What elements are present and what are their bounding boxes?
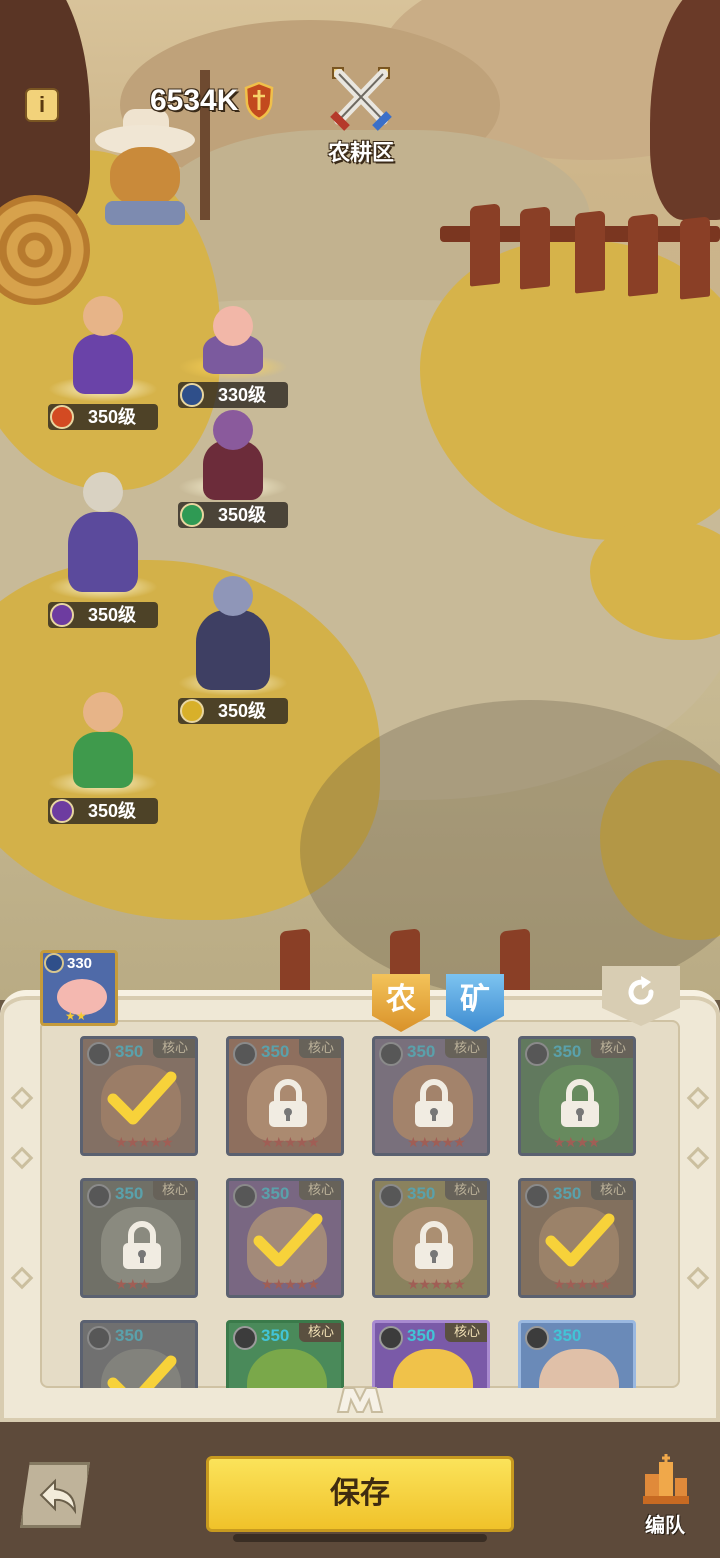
- core-badge: 核心: [445, 1039, 487, 1058]
- hero-card-4[interactable]: 350 核心 ★★★★: [518, 1036, 636, 1156]
- field-hero-4[interactable]: 350级: [48, 452, 160, 628]
- hero-card-3[interactable]: 350 核心 ★★★★★: [372, 1036, 490, 1156]
- power-value: 6534K: [150, 84, 239, 117]
- class-icon: [87, 1326, 111, 1350]
- formation-button[interactable]: 编队: [630, 1452, 700, 1538]
- back-arrow-icon: [39, 1478, 77, 1515]
- class-icon: [87, 1184, 111, 1208]
- power-shield-icon: [245, 82, 274, 120]
- hero-grid[interactable]: 350 核心 ★★★★★ 350 核心 ★★★★★ 350 核心 ★★★★★ 3…: [40, 1020, 680, 1388]
- hero-level-label: 350级: [48, 404, 158, 430]
- hero-card-7[interactable]: 350 核心 ★★★★★: [372, 1178, 490, 1298]
- back-button[interactable]: [20, 1462, 90, 1528]
- class-icon: [525, 1184, 549, 1208]
- hero-level-label: 330级: [178, 382, 288, 408]
- holy-element-icon: [180, 699, 204, 723]
- class-icon: [379, 1326, 403, 1350]
- hero-card-5[interactable]: 350 核心 ★★★: [80, 1178, 198, 1298]
- core-badge: 核心: [299, 1181, 341, 1200]
- refresh-icon: [628, 976, 654, 1005]
- field-hero-5[interactable]: 350级: [178, 570, 290, 724]
- core-badge: 核心: [591, 1181, 633, 1200]
- class-icon: [525, 1042, 549, 1066]
- star-rating: ★★★★★: [407, 1134, 466, 1150]
- formation-label: 编队: [645, 1515, 685, 1537]
- star-rating: ★★: [65, 1009, 87, 1023]
- hero-card-2[interactable]: 350 核心 ★★★★★: [226, 1036, 344, 1156]
- star-rating: ★★★★: [553, 1134, 600, 1150]
- core-badge: 核心: [445, 1323, 487, 1342]
- hero-level-label: 350级: [178, 698, 288, 724]
- class-icon: [87, 1042, 111, 1066]
- field-hero-6[interactable]: 350级: [48, 670, 160, 824]
- lock-icon: [415, 1221, 453, 1269]
- hero-card-9[interactable]: 350: [80, 1320, 198, 1388]
- selected-hero-slot[interactable]: 330 ★★: [40, 950, 118, 1026]
- wind-element-icon: [180, 383, 204, 407]
- lock-icon: [415, 1079, 453, 1127]
- home-indicator: [233, 1534, 487, 1542]
- lock-icon: [123, 1221, 161, 1269]
- class-icon: [379, 1184, 403, 1208]
- save-button[interactable]: 保存: [206, 1456, 514, 1532]
- star-rating: ★★★★★: [115, 1134, 174, 1150]
- hero-card-12[interactable]: 350: [518, 1320, 636, 1388]
- hero-card-8[interactable]: 350 核心 ★★★★★: [518, 1178, 636, 1298]
- class-icon: [233, 1184, 257, 1208]
- hero-level-label: 350级: [48, 798, 158, 824]
- chess-pieces-icon: [643, 1454, 689, 1504]
- core-badge: 核心: [299, 1039, 341, 1058]
- fire-element-icon: [50, 405, 74, 429]
- check-icon: [107, 1071, 177, 1125]
- class-icon: [525, 1326, 549, 1350]
- check-icon: [545, 1213, 615, 1267]
- check-icon: [107, 1355, 177, 1388]
- core-badge: 核心: [591, 1039, 633, 1058]
- crossed-swords-icon: [330, 67, 392, 131]
- team-power: 6534K: [150, 82, 274, 120]
- core-badge: 核心: [445, 1181, 487, 1200]
- hero-card-11[interactable]: 350 核心: [372, 1320, 490, 1388]
- field-hero-1[interactable]: 350级: [48, 290, 160, 430]
- zone-battle-button[interactable]: 农耕区: [318, 62, 404, 167]
- class-icon: [233, 1326, 257, 1350]
- arcane-element-icon: [50, 799, 74, 823]
- field-hero-3[interactable]: 350级: [178, 410, 290, 528]
- star-rating: ★★★★★: [261, 1134, 320, 1150]
- hero-level-label: 350级: [48, 602, 158, 628]
- hero-card-1[interactable]: 350 核心 ★★★★★: [80, 1036, 198, 1156]
- core-badge: 核心: [153, 1039, 195, 1058]
- check-icon: [253, 1213, 323, 1267]
- arcane-element-icon: [50, 603, 74, 627]
- field-hero-2[interactable]: 330级: [178, 296, 290, 408]
- core-badge: 核心: [153, 1181, 195, 1200]
- class-icon: [379, 1042, 403, 1066]
- class-icon: [233, 1042, 257, 1066]
- zone-label: 农耕区: [327, 140, 394, 165]
- core-badge: 核心: [299, 1323, 341, 1342]
- info-button[interactable]: i: [25, 88, 59, 122]
- hero-card-6[interactable]: 350 核心 ★★★★★: [226, 1178, 344, 1298]
- collapse-handle-icon[interactable]: [330, 1380, 390, 1420]
- hero-level-label: 350级: [178, 502, 288, 528]
- star-rating: ★★★★★: [553, 1276, 612, 1292]
- lock-icon: [561, 1079, 599, 1127]
- nature-element-icon: [180, 503, 204, 527]
- hero-card-10[interactable]: 350 核心: [226, 1320, 344, 1388]
- star-rating: ★★★: [115, 1276, 151, 1292]
- star-rating: ★★★★★: [407, 1276, 466, 1292]
- star-rating: ★★★★★: [261, 1276, 320, 1292]
- lock-icon: [269, 1079, 307, 1127]
- scarecrow: [95, 109, 195, 245]
